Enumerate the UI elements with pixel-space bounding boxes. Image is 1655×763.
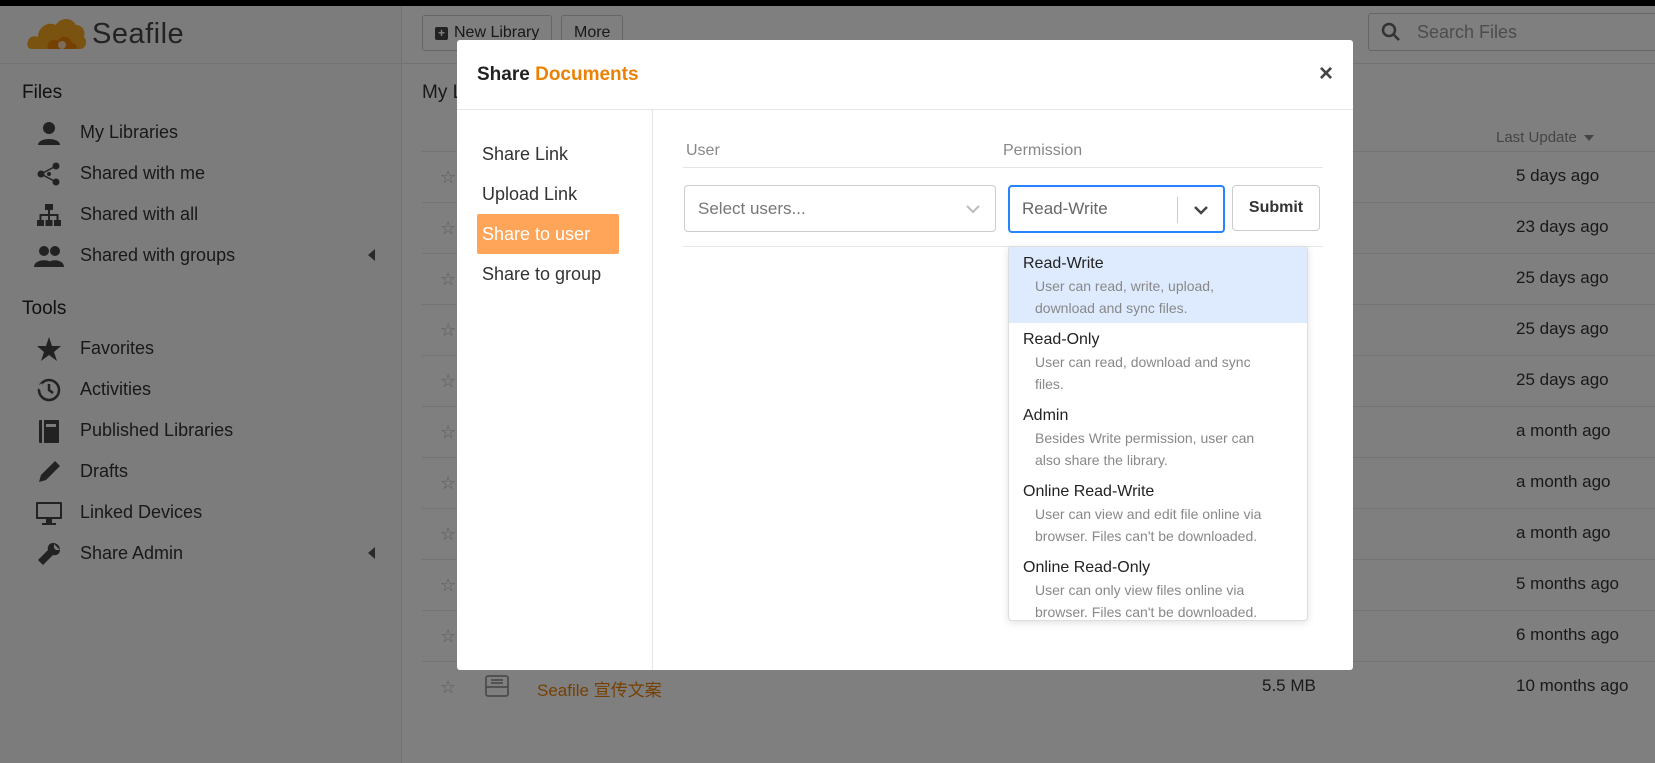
option-title: Online Read-Write: [1023, 483, 1155, 500]
permission-select-value: Read-Write: [1022, 199, 1108, 218]
option-title: Read-Write: [1023, 255, 1104, 272]
nav-share-link[interactable]: Share Link: [477, 134, 619, 174]
permission-option-read-only[interactable]: Read-Only User can read, download and sy…: [1009, 323, 1307, 399]
option-description: User can read, write, upload,: [1035, 278, 1214, 294]
submit-button[interactable]: Submit: [1232, 185, 1320, 231]
option-description: User can view and edit file online via: [1035, 506, 1262, 522]
share-dialog: Share Documents × Share Link Upload Link…: [457, 40, 1353, 670]
nav-upload-link[interactable]: Upload Link: [477, 174, 619, 214]
permission-option-read-write[interactable]: Read-Write User can read, write, upload,…: [1009, 247, 1307, 323]
nav-share-to-user[interactable]: Share to user: [477, 214, 619, 254]
modal-title-library-name: Documents: [535, 64, 639, 85]
option-description: browser. Files can't be downloaded.: [1035, 528, 1258, 544]
option-description: also share the library.: [1035, 452, 1168, 468]
form-header: User Permission: [683, 137, 1323, 168]
permission-column-header: Permission: [1003, 142, 1083, 159]
close-button[interactable]: ×: [1319, 62, 1333, 86]
option-description: Besides Write permission, user can: [1035, 430, 1255, 446]
nav-share-to-group[interactable]: Share to group: [477, 254, 619, 294]
modal-header: Share Documents ×: [457, 40, 1353, 110]
option-description: download and sync files.: [1035, 300, 1188, 316]
permission-dropdown-menu: Read-Write User can read, write, upload,…: [1008, 246, 1308, 621]
option-title: Online Read-Only: [1023, 559, 1151, 576]
permission-option-online-read-write[interactable]: Online Read-Write User can view and edit…: [1009, 475, 1307, 551]
user-select-input[interactable]: Select users...: [684, 185, 996, 232]
permission-select[interactable]: Read-Write: [1008, 185, 1225, 233]
option-title: Read-Only: [1023, 331, 1100, 348]
option-description: User can only view files online via: [1035, 582, 1245, 598]
permission-option-online-read-only[interactable]: Online Read-Only User can only view file…: [1009, 551, 1307, 620]
chevron-down-icon[interactable]: [1192, 201, 1210, 219]
user-column-header: User: [686, 142, 720, 159]
select-separator: [1177, 197, 1178, 223]
option-description: User can read, download and sync: [1035, 354, 1251, 370]
seafile-app: Seafile Files My Libraries Shared with m…: [0, 6, 1655, 763]
modal-title-prefix: Share: [477, 64, 530, 85]
permission-option-admin[interactable]: Admin Besides Write permission, user can…: [1009, 399, 1307, 475]
chevron-down-icon: [966, 205, 980, 214]
option-description: files.: [1035, 376, 1064, 392]
share-nav: Share Link Upload Link Share to user Sha…: [457, 110, 653, 670]
option-title: Admin: [1023, 407, 1069, 424]
option-description: browser. Files can't be downloaded.: [1035, 604, 1258, 620]
modal-title: Share Documents: [477, 64, 639, 86]
user-select-placeholder: Select users...: [698, 198, 806, 218]
share-to-user-panel: User Permission Select users... Read-Wri…: [653, 110, 1353, 670]
